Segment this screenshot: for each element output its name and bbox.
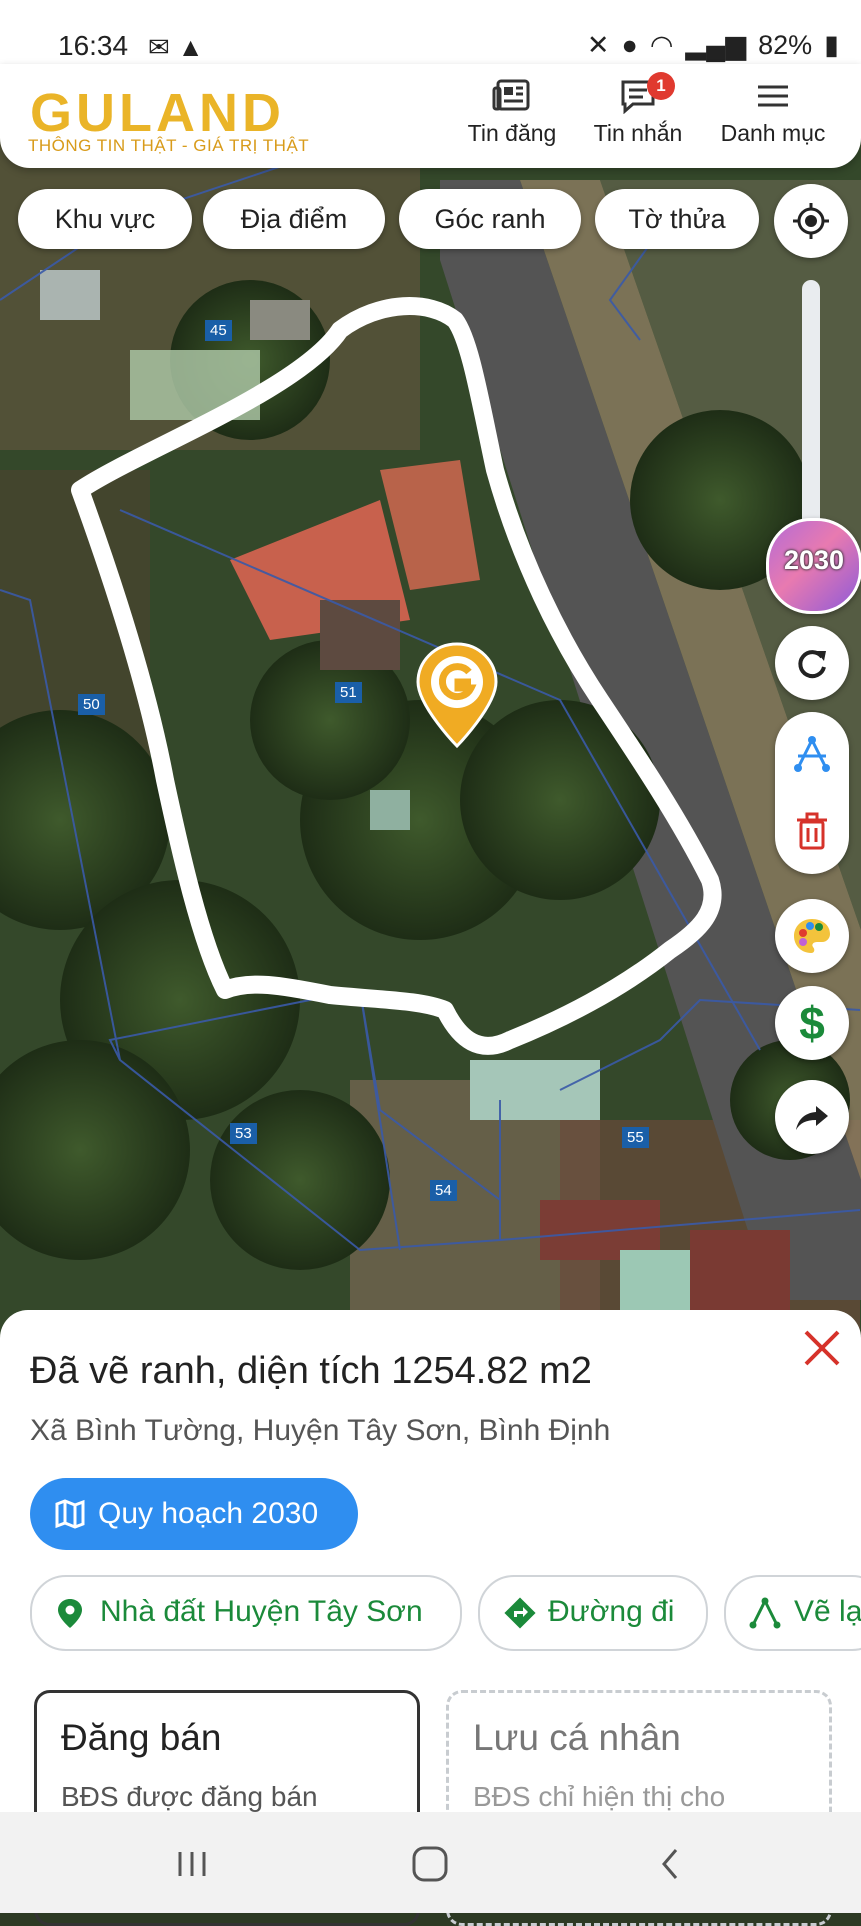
- mute-icon: ✕: [586, 30, 610, 60]
- system-nav-bar: [0, 1812, 861, 1913]
- home-icon[interactable]: [410, 1846, 450, 1882]
- parcel-label-54[interactable]: 54: [430, 1180, 457, 1201]
- close-sheet-button[interactable]: [800, 1326, 844, 1375]
- signal-icon: ▂▄▆: [685, 30, 747, 60]
- card-subtitle: BĐS chỉ hiện thị cho: [473, 1781, 726, 1812]
- share-icon: [796, 1106, 828, 1130]
- warning-icon: ▲: [177, 32, 212, 62]
- filter-khu-vuc[interactable]: Khu vực: [18, 189, 192, 249]
- locate-icon: [793, 203, 829, 239]
- parcel-label-51[interactable]: 51: [335, 682, 362, 703]
- action-duong-di[interactable]: Đường đi: [478, 1575, 708, 1651]
- close-icon: [804, 1330, 840, 1366]
- planning-2030-label: Quy hoạch 2030: [98, 1497, 319, 1530]
- filter-to-thua[interactable]: Tờ thửa: [595, 189, 759, 249]
- filter-dia-diem[interactable]: Địa điểm: [203, 189, 385, 249]
- battery-text: 82%: [758, 30, 813, 60]
- status-time: 16:34: [58, 30, 129, 61]
- draw-icon[interactable]: [792, 734, 832, 774]
- nav-danh-muc[interactable]: Danh mục: [718, 78, 828, 147]
- price-icon: $: [799, 997, 825, 1049]
- sheet-title: Đã vẽ ranh, diện tích 1254.82 m2: [30, 1350, 592, 1392]
- parcel-label-53[interactable]: 53: [230, 1123, 257, 1144]
- draw-tools-group: [775, 712, 849, 874]
- action-ve-lai[interactable]: Vẽ lại: [724, 1575, 861, 1651]
- menu-icon: [758, 85, 788, 107]
- battery-icon: ▮: [824, 30, 839, 60]
- app-header: GULAND THÔNG TIN THẬT - GIÁ TRỊ THẬT Tin…: [0, 64, 861, 168]
- action-nha-dat[interactable]: Nhà đất Huyện Tây Sơn: [30, 1575, 462, 1651]
- opacity-slider[interactable]: [802, 280, 820, 530]
- price-button[interactable]: $: [775, 986, 849, 1060]
- nav-label: Tin nhắn: [593, 120, 683, 146]
- location-pin-icon[interactable]: [414, 640, 500, 750]
- share-button[interactable]: [775, 1080, 849, 1154]
- filter-goc-ranh[interactable]: Góc ranh: [399, 189, 581, 249]
- back-icon[interactable]: [656, 1846, 686, 1882]
- logo-tagline: THÔNG TIN THẬT - GIÁ TRỊ THẬT: [28, 136, 310, 155]
- map-icon: [55, 1499, 85, 1529]
- status-right-icons: ✕ ● ◠ ▂▄▆ 82% ▮: [575, 30, 839, 61]
- refresh-icon: [798, 650, 826, 679]
- action-label: Đường đi: [548, 1595, 675, 1628]
- draw-small-icon: [749, 1597, 781, 1629]
- nav-label: Danh mục: [720, 120, 826, 146]
- nav-label: Tin đăng: [467, 120, 557, 146]
- action-label: Vẽ lại: [794, 1595, 861, 1628]
- planning-2030-button[interactable]: Quy hoạch 2030: [30, 1478, 358, 1550]
- locate-button[interactable]: [774, 184, 848, 258]
- plan-2030-button[interactable]: 2030: [766, 518, 861, 614]
- palette-icon: [794, 919, 830, 953]
- status-bar: 16:34 ✉▲ ✕ ● ◠ ▂▄▆ 82% ▮: [0, 0, 861, 64]
- nav-tin-nhan[interactable]: 1 Tin nhắn: [583, 72, 693, 147]
- card-title: Đăng bán: [61, 1717, 222, 1758]
- message-badge: 1: [647, 72, 675, 100]
- nav-tin-dang[interactable]: Tin đăng: [457, 78, 567, 147]
- parcel-label-45[interactable]: 45: [205, 320, 232, 341]
- wifi-icon: ◠: [649, 30, 674, 60]
- location-icon: ●: [621, 30, 638, 60]
- recent-apps-icon[interactable]: [172, 1848, 212, 1880]
- palette-button[interactable]: [775, 899, 849, 973]
- card-subtitle: BĐS được đăng bán: [61, 1781, 318, 1812]
- card-title: Lưu cá nhân: [473, 1717, 681, 1758]
- trash-icon[interactable]: [795, 812, 829, 850]
- status-left-icons: ✉▲: [148, 32, 212, 63]
- location-pin-small-icon: [58, 1599, 82, 1628]
- refresh-button[interactable]: [775, 626, 849, 700]
- satellite-map[interactable]: 45 50 51 53 54 55: [0, 120, 861, 1340]
- directions-icon: [504, 1597, 536, 1629]
- messenger-icon: ✉: [148, 32, 178, 62]
- parcel-label-50[interactable]: 50: [78, 694, 105, 715]
- plan-2030-label: 2030: [783, 545, 845, 575]
- action-label: Nhà đất Huyện Tây Sơn: [100, 1595, 423, 1628]
- sheet-address: Xã Bình Tường, Huyện Tây Sơn, Bình Định: [30, 1414, 611, 1447]
- guland-logo[interactable]: GULAND: [30, 82, 285, 144]
- parcel-label-55[interactable]: 55: [622, 1127, 649, 1148]
- newspaper-icon: [492, 79, 530, 111]
